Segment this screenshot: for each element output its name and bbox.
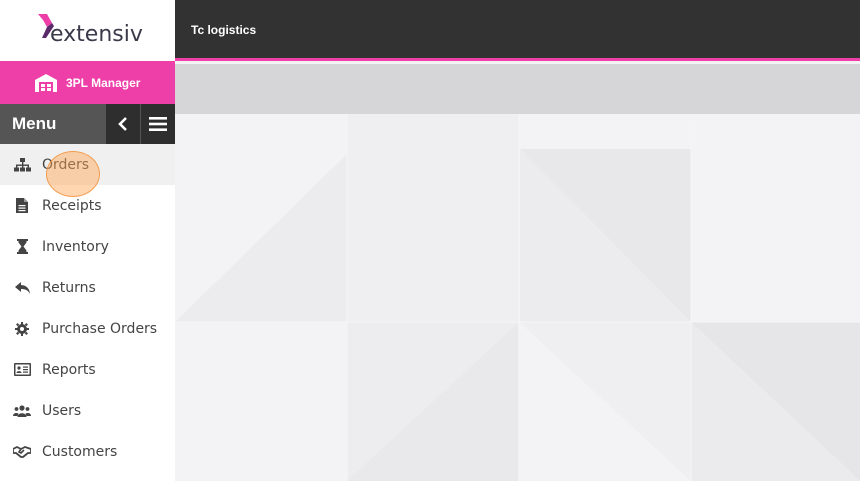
product-name: 3PL Manager: [66, 75, 141, 90]
menu-item-orders[interactable]: Orders: [0, 144, 175, 197]
handshake-icon: [13, 444, 31, 460]
collapse-menu-button[interactable]: [105, 104, 140, 144]
menu-item-inventory[interactable]: Inventory: [0, 226, 175, 267]
menu-item-label: Customers: [42, 443, 118, 460]
sidebar: extensiv 3PL Manager Menu Orders Receipt…: [0, 0, 175, 481]
hourglass-icon: [13, 239, 31, 255]
menu-item-returns[interactable]: Returns: [0, 267, 175, 308]
brand-name: extensiv: [50, 22, 143, 47]
menu-item-label: Users: [42, 402, 82, 419]
product-switcher[interactable]: 3PL Manager: [0, 61, 175, 104]
hamburger-menu-button[interactable]: [140, 104, 175, 144]
warehouse-icon: [35, 73, 57, 92]
menu-item-label: Inventory: [42, 238, 109, 255]
reply-icon: [13, 280, 31, 296]
users-icon: [13, 403, 31, 419]
menu-item-purchase-orders[interactable]: Purchase Orders: [0, 308, 175, 349]
menu-item-receipts[interactable]: Receipts: [0, 185, 175, 226]
company-title: Tc logistics: [191, 23, 257, 37]
sitemap-icon: [13, 157, 31, 173]
id-card-icon: [13, 362, 31, 378]
gear-icon: [13, 321, 31, 337]
menu-item-label: Purchase Orders: [42, 320, 158, 337]
extensiv-logo-icon: [38, 13, 54, 38]
menu-title: Menu: [0, 104, 105, 144]
document-icon: [13, 198, 31, 214]
top-bar: Tc logistics: [175, 0, 860, 61]
menu-item-customers[interactable]: Customers: [0, 431, 175, 472]
menu-item-label: Reports: [42, 361, 96, 378]
main-content: [175, 114, 860, 481]
background-pattern: [175, 114, 860, 481]
menu-item-label: Returns: [42, 279, 96, 296]
menu-item-label: Receipts: [42, 197, 102, 214]
chevron-left-icon: [118, 117, 127, 131]
sub-toolbar: [175, 64, 860, 114]
menu-header: Menu: [0, 104, 175, 144]
menu-item-users[interactable]: Users: [0, 390, 175, 431]
hamburger-icon: [149, 117, 167, 131]
menu-list: Orders Receipts Inventory Returns Purcha…: [0, 144, 175, 472]
menu-item-reports[interactable]: Reports: [0, 349, 175, 390]
brand-logo[interactable]: extensiv: [0, 0, 175, 61]
